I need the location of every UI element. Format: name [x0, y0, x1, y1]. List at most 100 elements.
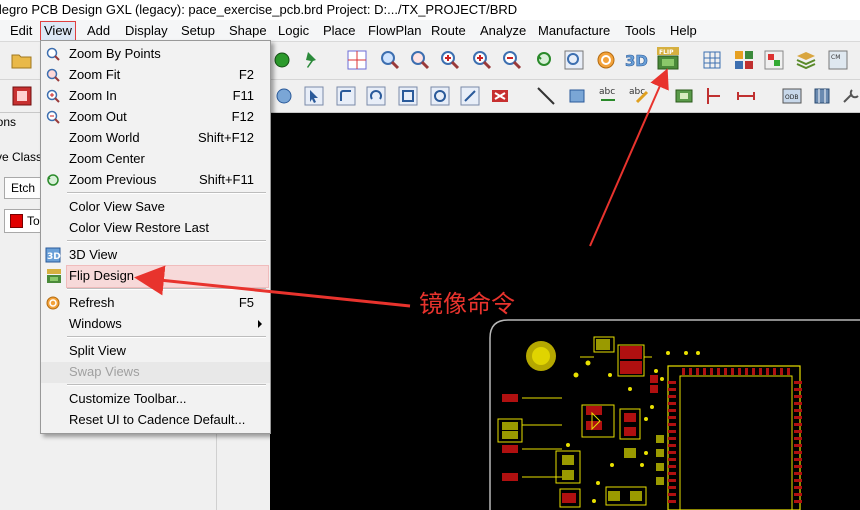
menu-item-zoom-world[interactable]: Zoom World Shift+F12: [41, 128, 270, 149]
circle-select-icon[interactable]: [428, 84, 452, 108]
stack-icon[interactable]: [794, 48, 818, 72]
menu-item-swap-views: Swap Views: [41, 362, 270, 383]
zoom-by-points-icon[interactable]: [378, 48, 402, 72]
menu-item-flip-design[interactable]: Flip Design: [47, 265, 269, 288]
menu-item-zoom-by-points[interactable]: Zoom By Points: [41, 44, 270, 65]
window-title: llegro PCB Design GXL (legacy): pace_exe…: [0, 2, 518, 17]
zoom-in-alt-icon[interactable]: [470, 48, 494, 72]
svg-text:3D: 3D: [625, 52, 648, 70]
menu-item-zoom-out[interactable]: Zoom Out F12: [41, 107, 270, 128]
layers-icon[interactable]: [762, 48, 786, 72]
menu-separator: [67, 288, 266, 290]
menu-item-refresh[interactable]: Refresh F5: [41, 293, 270, 314]
menu-add[interactable]: Add: [84, 22, 113, 40]
menu-analyze[interactable]: Analyze: [477, 22, 529, 40]
menu-item-color-view-save[interactable]: Color View Save: [41, 197, 270, 218]
menu-edit[interactable]: Edit: [7, 22, 35, 40]
svg-text:CM: CM: [831, 54, 840, 61]
menu-item-zoom-in[interactable]: Zoom In F11: [41, 86, 270, 107]
color-grid-icon[interactable]: [732, 48, 756, 72]
menu-item-color-view-restore-last[interactable]: Color View Restore Last: [41, 218, 270, 239]
zoom-out-icon: [46, 110, 60, 124]
rotate-tool-icon[interactable]: [364, 84, 388, 108]
text-abc-icon[interactable]: abc: [597, 82, 621, 106]
zoom-out-icon[interactable]: [500, 48, 524, 72]
refresh-icon[interactable]: [594, 48, 618, 72]
measure-icon[interactable]: [734, 84, 758, 108]
svg-text:3D: 3D: [47, 252, 61, 262]
menu-item-customize-toolbar[interactable]: Customize Toolbar...: [41, 389, 270, 410]
zoom-in-icon[interactable]: [438, 48, 462, 72]
menu-item-zoom-previous[interactable]: Zoom Previous Shift+F11: [41, 170, 270, 191]
ic-outline: [667, 365, 801, 510]
3d-view-icon[interactable]: 3D: [624, 48, 648, 72]
odb-icon[interactable]: ODB: [780, 84, 804, 108]
zoom-world-icon[interactable]: [562, 48, 586, 72]
flip-design-icon: [47, 269, 61, 283]
subclass-color-swatch: [10, 214, 23, 228]
grid-icon[interactable]: [700, 48, 724, 72]
delete-tool-icon[interactable]: [488, 84, 512, 108]
zoom-by-points-icon: [46, 47, 60, 61]
menu-shape[interactable]: Shape: [226, 22, 270, 40]
ic-pins-right: [794, 381, 802, 503]
green-circle-icon[interactable]: [270, 48, 294, 72]
class-select-value: Etch: [11, 181, 36, 195]
design-canvas[interactable]: [270, 113, 860, 510]
menu-route[interactable]: Route: [428, 22, 469, 40]
options-tab-label[interactable]: ions: [0, 115, 16, 129]
pin-icon[interactable]: [300, 48, 324, 72]
menu-tools[interactable]: Tools: [622, 22, 658, 40]
menu-help[interactable]: Help: [667, 22, 700, 40]
menu-item-zoom-fit[interactable]: Zoom Fit F2: [41, 65, 270, 86]
ic-pins-left: [668, 381, 676, 503]
svg-text:abc: abc: [599, 87, 615, 97]
menu-item-reset-ui[interactable]: Reset UI to Cadence Default...: [41, 410, 270, 431]
flip-design-icon[interactable]: FLIP: [656, 46, 680, 70]
menu-separator: [67, 192, 266, 194]
component-icon[interactable]: [672, 84, 696, 108]
corner-tool-icon[interactable]: [458, 84, 482, 108]
mounting-hole-inner: [532, 347, 550, 365]
svg-text:ODB: ODB: [785, 94, 798, 101]
zoom-fit-icon[interactable]: [408, 48, 432, 72]
menu-item-zoom-center[interactable]: Zoom Center: [41, 149, 270, 170]
menu-item-split-view[interactable]: Split View: [41, 341, 270, 362]
arc-tool-icon[interactable]: [334, 84, 358, 108]
zoom-fit-icon: [46, 68, 60, 82]
dimension-icon[interactable]: [702, 84, 726, 108]
menu-separator: [67, 336, 266, 338]
menu-manufacture[interactable]: Manufacture: [535, 22, 613, 40]
menu-display[interactable]: Display: [122, 22, 171, 40]
text-edit-icon[interactable]: abc: [627, 82, 651, 106]
tool-red-square-icon[interactable]: [10, 84, 34, 108]
wrench-icon[interactable]: [840, 84, 860, 108]
open-folder-icon[interactable]: [10, 48, 34, 72]
active-class-label: ve Class: [0, 150, 43, 164]
zoom-previous-icon[interactable]: [532, 48, 556, 72]
grid-ruler-icon[interactable]: [345, 48, 369, 72]
menu-view[interactable]: View: [40, 21, 76, 41]
select-arrow-icon[interactable]: [302, 84, 326, 108]
rect-tool-icon[interactable]: [396, 84, 420, 108]
submenu-arrow-icon: [258, 320, 262, 328]
menu-logic[interactable]: Logic: [275, 22, 312, 40]
line-tool-icon[interactable]: [534, 84, 558, 108]
view-menu-dropdown: Zoom By Points Zoom Fit F2 Zoom In F11 Z…: [40, 40, 271, 434]
menu-separator: [67, 240, 266, 242]
board-outline: [489, 319, 860, 339]
cm-icon[interactable]: CM: [826, 48, 850, 72]
menu-bar: Edit View Add Display Setup Shape Logic …: [0, 20, 860, 42]
menu-item-windows[interactable]: Windows: [41, 314, 270, 335]
menu-setup[interactable]: Setup: [178, 22, 218, 40]
subclass-select-value: To: [27, 214, 40, 228]
annotation-text: 镜像命令: [419, 290, 515, 318]
menu-flowplan[interactable]: FlowPlan: [365, 22, 424, 40]
circle-tool-icon[interactable]: [272, 84, 296, 108]
rectangle-icon[interactable]: [565, 84, 589, 108]
pcb-drawing: [489, 319, 860, 510]
zoom-in-icon: [46, 89, 60, 103]
menu-place[interactable]: Place: [320, 22, 359, 40]
menu-item-3d-view[interactable]: 3D 3D View: [41, 245, 270, 266]
package-icon[interactable]: [810, 84, 834, 108]
